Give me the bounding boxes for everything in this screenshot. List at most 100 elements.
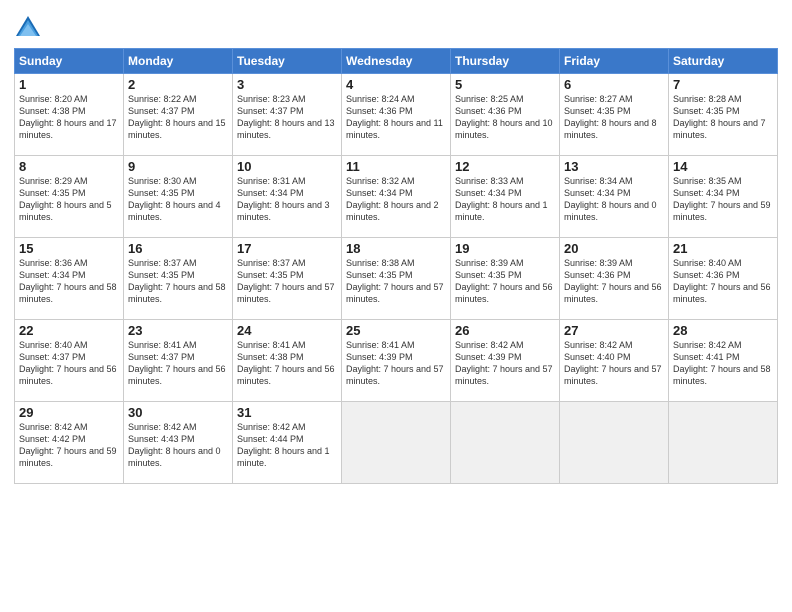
calendar-body: 1Sunrise: 8:20 AMSunset: 4:38 PMDaylight… [15, 74, 778, 484]
day-info: Sunrise: 8:33 AMSunset: 4:34 PMDaylight:… [455, 175, 555, 224]
calendar-week-3: 15Sunrise: 8:36 AMSunset: 4:34 PMDayligh… [15, 238, 778, 320]
calendar-cell: 17Sunrise: 8:37 AMSunset: 4:35 PMDayligh… [233, 238, 342, 320]
day-info: Sunrise: 8:41 AMSunset: 4:38 PMDaylight:… [237, 339, 337, 388]
logo [14, 14, 46, 42]
day-number: 29 [19, 405, 119, 420]
calendar-cell: 8Sunrise: 8:29 AMSunset: 4:35 PMDaylight… [15, 156, 124, 238]
day-number: 3 [237, 77, 337, 92]
day-info: Sunrise: 8:40 AMSunset: 4:37 PMDaylight:… [19, 339, 119, 388]
day-number: 5 [455, 77, 555, 92]
calendar-week-5: 29Sunrise: 8:42 AMSunset: 4:42 PMDayligh… [15, 402, 778, 484]
calendar-cell: 20Sunrise: 8:39 AMSunset: 4:36 PMDayligh… [560, 238, 669, 320]
calendar-cell: 13Sunrise: 8:34 AMSunset: 4:34 PMDayligh… [560, 156, 669, 238]
calendar-cell: 5Sunrise: 8:25 AMSunset: 4:36 PMDaylight… [451, 74, 560, 156]
day-number: 9 [128, 159, 228, 174]
day-number: 16 [128, 241, 228, 256]
calendar-week-4: 22Sunrise: 8:40 AMSunset: 4:37 PMDayligh… [15, 320, 778, 402]
day-info: Sunrise: 8:37 AMSunset: 4:35 PMDaylight:… [237, 257, 337, 306]
day-number: 31 [237, 405, 337, 420]
calendar-cell: 10Sunrise: 8:31 AMSunset: 4:34 PMDayligh… [233, 156, 342, 238]
calendar-cell: 2Sunrise: 8:22 AMSunset: 4:37 PMDaylight… [124, 74, 233, 156]
calendar-cell [451, 402, 560, 484]
day-number: 4 [346, 77, 446, 92]
day-info: Sunrise: 8:37 AMSunset: 4:35 PMDaylight:… [128, 257, 228, 306]
day-number: 8 [19, 159, 119, 174]
weekday-row: SundayMondayTuesdayWednesdayThursdayFrid… [15, 49, 778, 74]
calendar-cell: 19Sunrise: 8:39 AMSunset: 4:35 PMDayligh… [451, 238, 560, 320]
calendar: SundayMondayTuesdayWednesdayThursdayFrid… [14, 48, 778, 484]
day-info: Sunrise: 8:24 AMSunset: 4:36 PMDaylight:… [346, 93, 446, 142]
day-info: Sunrise: 8:36 AMSunset: 4:34 PMDaylight:… [19, 257, 119, 306]
weekday-header-wednesday: Wednesday [342, 49, 451, 74]
day-info: Sunrise: 8:23 AMSunset: 4:37 PMDaylight:… [237, 93, 337, 142]
calendar-cell: 30Sunrise: 8:42 AMSunset: 4:43 PMDayligh… [124, 402, 233, 484]
day-info: Sunrise: 8:22 AMSunset: 4:37 PMDaylight:… [128, 93, 228, 142]
day-info: Sunrise: 8:30 AMSunset: 4:35 PMDaylight:… [128, 175, 228, 224]
calendar-cell: 1Sunrise: 8:20 AMSunset: 4:38 PMDaylight… [15, 74, 124, 156]
day-number: 13 [564, 159, 664, 174]
day-info: Sunrise: 8:41 AMSunset: 4:39 PMDaylight:… [346, 339, 446, 388]
calendar-cell: 4Sunrise: 8:24 AMSunset: 4:36 PMDaylight… [342, 74, 451, 156]
day-info: Sunrise: 8:27 AMSunset: 4:35 PMDaylight:… [564, 93, 664, 142]
calendar-cell: 26Sunrise: 8:42 AMSunset: 4:39 PMDayligh… [451, 320, 560, 402]
day-number: 27 [564, 323, 664, 338]
calendar-cell: 21Sunrise: 8:40 AMSunset: 4:36 PMDayligh… [669, 238, 778, 320]
day-info: Sunrise: 8:39 AMSunset: 4:35 PMDaylight:… [455, 257, 555, 306]
day-number: 26 [455, 323, 555, 338]
calendar-cell: 24Sunrise: 8:41 AMSunset: 4:38 PMDayligh… [233, 320, 342, 402]
day-number: 6 [564, 77, 664, 92]
calendar-cell: 28Sunrise: 8:42 AMSunset: 4:41 PMDayligh… [669, 320, 778, 402]
calendar-cell: 11Sunrise: 8:32 AMSunset: 4:34 PMDayligh… [342, 156, 451, 238]
day-number: 28 [673, 323, 773, 338]
calendar-week-1: 1Sunrise: 8:20 AMSunset: 4:38 PMDaylight… [15, 74, 778, 156]
day-info: Sunrise: 8:32 AMSunset: 4:34 PMDaylight:… [346, 175, 446, 224]
day-number: 7 [673, 77, 773, 92]
day-number: 18 [346, 241, 446, 256]
calendar-cell: 22Sunrise: 8:40 AMSunset: 4:37 PMDayligh… [15, 320, 124, 402]
day-number: 2 [128, 77, 228, 92]
calendar-cell [669, 402, 778, 484]
weekday-header-sunday: Sunday [15, 49, 124, 74]
day-number: 25 [346, 323, 446, 338]
day-number: 22 [19, 323, 119, 338]
day-number: 17 [237, 241, 337, 256]
weekday-header-tuesday: Tuesday [233, 49, 342, 74]
calendar-cell: 3Sunrise: 8:23 AMSunset: 4:37 PMDaylight… [233, 74, 342, 156]
day-info: Sunrise: 8:42 AMSunset: 4:39 PMDaylight:… [455, 339, 555, 388]
day-info: Sunrise: 8:20 AMSunset: 4:38 PMDaylight:… [19, 93, 119, 142]
day-info: Sunrise: 8:42 AMSunset: 4:42 PMDaylight:… [19, 421, 119, 470]
calendar-cell: 9Sunrise: 8:30 AMSunset: 4:35 PMDaylight… [124, 156, 233, 238]
weekday-header-saturday: Saturday [669, 49, 778, 74]
day-info: Sunrise: 8:40 AMSunset: 4:36 PMDaylight:… [673, 257, 773, 306]
calendar-cell: 7Sunrise: 8:28 AMSunset: 4:35 PMDaylight… [669, 74, 778, 156]
calendar-cell: 31Sunrise: 8:42 AMSunset: 4:44 PMDayligh… [233, 402, 342, 484]
calendar-cell: 12Sunrise: 8:33 AMSunset: 4:34 PMDayligh… [451, 156, 560, 238]
calendar-cell: 27Sunrise: 8:42 AMSunset: 4:40 PMDayligh… [560, 320, 669, 402]
day-info: Sunrise: 8:28 AMSunset: 4:35 PMDaylight:… [673, 93, 773, 142]
day-number: 20 [564, 241, 664, 256]
day-info: Sunrise: 8:31 AMSunset: 4:34 PMDaylight:… [237, 175, 337, 224]
calendar-header: SundayMondayTuesdayWednesdayThursdayFrid… [15, 49, 778, 74]
calendar-cell [342, 402, 451, 484]
calendar-cell: 25Sunrise: 8:41 AMSunset: 4:39 PMDayligh… [342, 320, 451, 402]
day-number: 30 [128, 405, 228, 420]
day-number: 1 [19, 77, 119, 92]
page: SundayMondayTuesdayWednesdayThursdayFrid… [0, 0, 792, 612]
day-info: Sunrise: 8:42 AMSunset: 4:41 PMDaylight:… [673, 339, 773, 388]
calendar-cell: 14Sunrise: 8:35 AMSunset: 4:34 PMDayligh… [669, 156, 778, 238]
day-info: Sunrise: 8:29 AMSunset: 4:35 PMDaylight:… [19, 175, 119, 224]
day-number: 19 [455, 241, 555, 256]
day-number: 10 [237, 159, 337, 174]
day-info: Sunrise: 8:34 AMSunset: 4:34 PMDaylight:… [564, 175, 664, 224]
logo-icon [14, 14, 42, 42]
calendar-cell: 29Sunrise: 8:42 AMSunset: 4:42 PMDayligh… [15, 402, 124, 484]
day-number: 24 [237, 323, 337, 338]
weekday-header-monday: Monday [124, 49, 233, 74]
day-info: Sunrise: 8:35 AMSunset: 4:34 PMDaylight:… [673, 175, 773, 224]
day-number: 21 [673, 241, 773, 256]
header [14, 10, 778, 42]
weekday-header-friday: Friday [560, 49, 669, 74]
calendar-cell: 6Sunrise: 8:27 AMSunset: 4:35 PMDaylight… [560, 74, 669, 156]
day-number: 14 [673, 159, 773, 174]
day-info: Sunrise: 8:42 AMSunset: 4:40 PMDaylight:… [564, 339, 664, 388]
